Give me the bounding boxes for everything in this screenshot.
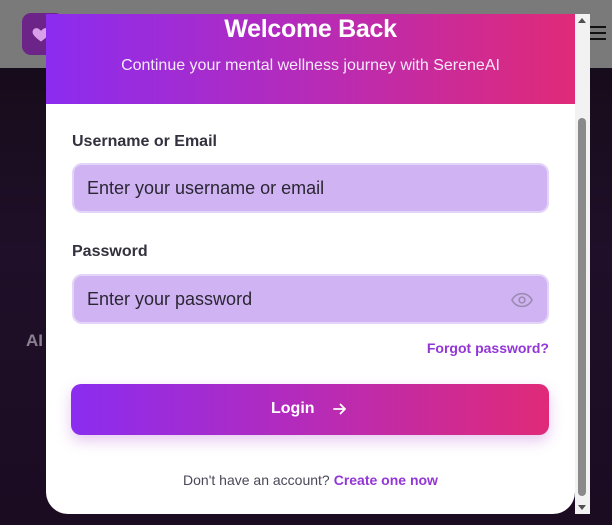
password-input[interactable]: Enter your password <box>72 274 549 324</box>
signup-prompt: Don't have an account? Create one now <box>46 472 575 488</box>
modal-title: Welcome Back <box>224 15 397 43</box>
forgot-password-link[interactable]: Forgot password? <box>427 340 549 356</box>
scroll-up-icon[interactable] <box>578 18 586 23</box>
login-button-label: Login <box>271 400 315 417</box>
password-label: Password <box>72 243 148 260</box>
background-text-left: AI <box>26 331 43 350</box>
modal-subtitle: Continue your mental wellness journey wi… <box>121 57 500 74</box>
username-input[interactable]: Enter your username or email <box>72 163 549 213</box>
create-account-link[interactable]: Create one now <box>334 472 438 488</box>
arrow-right-icon <box>333 403 346 415</box>
scroll-thumb[interactable] <box>578 118 586 496</box>
login-modal: Welcome Back Continue your mental wellne… <box>46 14 575 514</box>
scroll-down-icon[interactable] <box>578 505 586 510</box>
signup-text: Don't have an account? <box>183 472 330 488</box>
eye-icon[interactable] <box>511 292 533 308</box>
modal-header: Welcome Back Continue your mental wellne… <box>46 14 575 104</box>
username-label: Username or Email <box>72 133 217 150</box>
modal-scrollbar[interactable] <box>575 14 590 514</box>
username-placeholder: Enter your username or email <box>87 178 325 198</box>
password-placeholder: Enter your password <box>87 289 253 309</box>
hamburger-icon[interactable] <box>590 26 606 40</box>
login-button[interactable]: Login <box>71 384 549 435</box>
